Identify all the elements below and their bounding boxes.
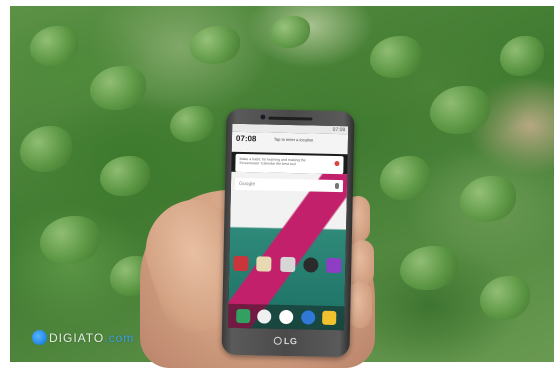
google-search-bar[interactable]: Google — [234, 177, 344, 193]
lg-logo: LG — [222, 335, 350, 348]
calendar-icon[interactable] — [233, 255, 249, 272]
browser-icon[interactable] — [300, 310, 315, 325]
ivy-leaf — [430, 86, 490, 134]
location-hint[interactable]: Tap to enter a location — [274, 137, 313, 143]
ivy-leaf — [20, 126, 72, 172]
tip-text: Make a habit: for learning and making th… — [239, 156, 306, 167]
app-row — [233, 255, 342, 274]
earpiece — [268, 116, 313, 121]
mic-icon[interactable] — [334, 182, 340, 190]
gallery-icon[interactable] — [256, 256, 272, 272]
lg-logo-icon — [273, 336, 283, 345]
contacts-icon[interactable] — [257, 309, 272, 324]
ivy-leaf — [40, 216, 100, 264]
ivy-leaf — [170, 106, 214, 142]
clock-widget[interactable]: 07:08 Tap to enter a location — [231, 131, 349, 155]
ivy-leaf — [30, 26, 78, 66]
clock-time: 07:08 — [235, 133, 257, 144]
apps-icon[interactable] — [279, 309, 294, 325]
ivy-leaf — [90, 66, 146, 110]
camera-icon[interactable] — [302, 257, 319, 273]
smartphone: 07:08 07:08 Tap to enter a location Make… — [221, 108, 355, 358]
notification-dot-icon — [334, 160, 340, 167]
front-camera-icon — [260, 114, 266, 120]
ivy-leaf — [380, 156, 430, 200]
ivy-leaf — [100, 156, 150, 196]
phone-icon[interactable] — [235, 308, 251, 324]
store-icon[interactable] — [326, 257, 342, 274]
ivy-leaf — [270, 16, 310, 48]
ivy-leaf — [190, 26, 240, 64]
ivy-leaf — [500, 36, 544, 76]
finger — [350, 240, 374, 286]
watermark-text: DIGIATO.com — [49, 331, 134, 345]
ivy-leaf — [400, 246, 458, 290]
messages-icon[interactable] — [322, 310, 337, 326]
google-word: Google — [238, 180, 256, 188]
brand-logo-text: LG — [283, 335, 298, 347]
watermark-suffix: .com — [104, 330, 135, 345]
tip-card[interactable]: Make a habit: for learning and making th… — [235, 153, 344, 175]
ivy-leaf — [460, 176, 516, 222]
ivy-leaf — [480, 276, 530, 320]
phone-screen: 07:08 07:08 Tap to enter a location Make… — [228, 123, 349, 331]
status-time: 07:08 — [332, 126, 346, 134]
app-dock — [228, 303, 345, 331]
watermark: DIGIATO.com — [32, 330, 134, 345]
watermark-brand: DIGIATO — [49, 330, 105, 345]
ivy-leaf — [370, 36, 422, 78]
finger — [348, 282, 372, 328]
music-icon[interactable] — [279, 256, 295, 273]
digiato-logo-icon — [32, 330, 47, 345]
